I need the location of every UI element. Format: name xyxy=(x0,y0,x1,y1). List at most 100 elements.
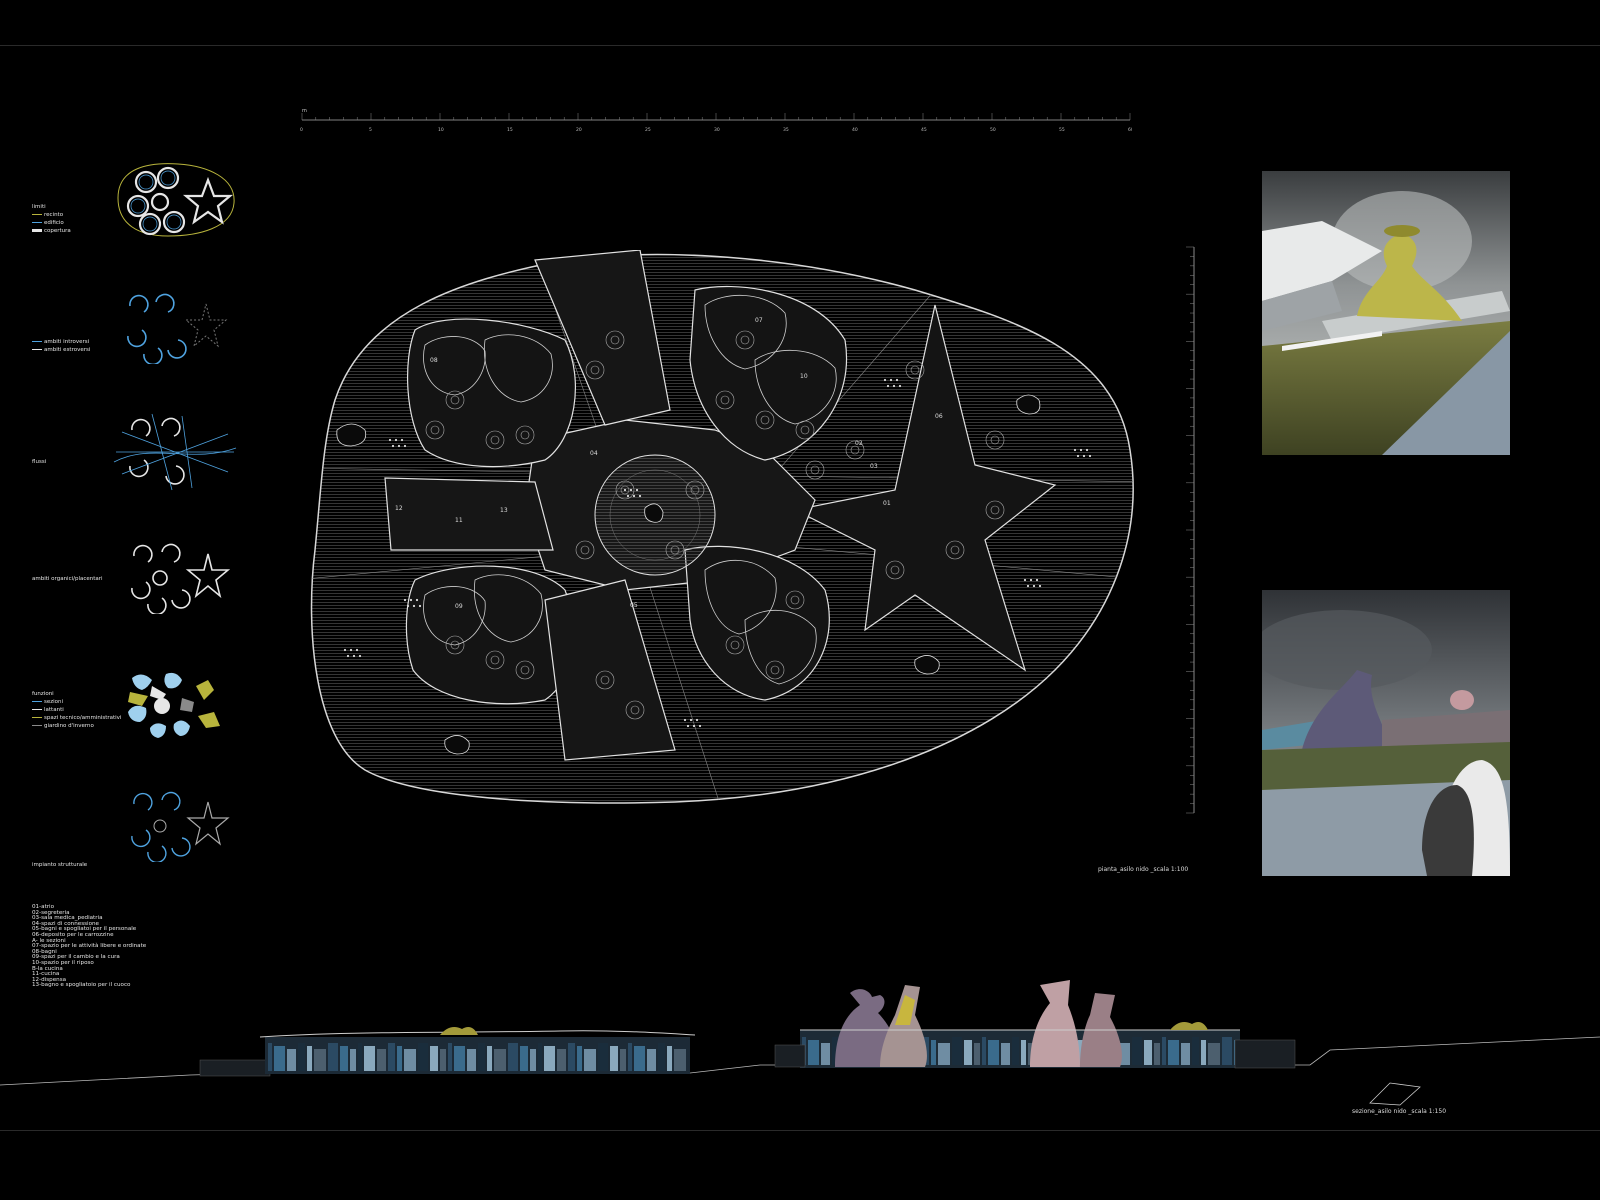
dot-mark xyxy=(629,488,633,492)
dot-mark xyxy=(1076,454,1080,458)
section-window xyxy=(982,1037,986,1065)
diagram-limiti-labels: limiti recinto edificio copertura xyxy=(32,203,71,235)
section-window xyxy=(418,1043,428,1071)
dot-mark xyxy=(412,604,416,608)
render-image-1 xyxy=(1262,171,1510,455)
room-number: 03 xyxy=(870,463,878,470)
plan-caption: pianta_asilo nido _scala 1:100 xyxy=(1098,866,1189,873)
section-window xyxy=(508,1043,518,1071)
dot-mark xyxy=(892,384,896,388)
dot-mark xyxy=(895,378,899,382)
section-window xyxy=(634,1046,645,1071)
section-window xyxy=(667,1046,672,1071)
legend-label: copertura xyxy=(44,228,71,234)
section-window xyxy=(388,1043,395,1071)
legend-row: recinto xyxy=(32,211,71,219)
section-window xyxy=(964,1040,972,1065)
section-window xyxy=(1208,1043,1220,1065)
dot-mark xyxy=(358,654,362,658)
room-number: 09 xyxy=(455,603,463,610)
diagram-strutturale xyxy=(131,791,230,862)
section-caption: sezione_asilo nido _scala 1:150 xyxy=(1352,1108,1447,1115)
section-window xyxy=(377,1049,386,1071)
room-number: 13 xyxy=(500,507,508,514)
dot-mark xyxy=(388,438,392,442)
section-window xyxy=(1168,1040,1179,1065)
legend-label: spazi tecnico/amministrativi xyxy=(44,715,122,721)
room-number: 04 xyxy=(590,450,598,457)
legend-label: sezioni xyxy=(44,699,64,705)
dot-mark xyxy=(683,718,687,722)
scale-tick-label: 0 xyxy=(300,127,303,133)
section-window xyxy=(397,1046,402,1071)
dot-mark xyxy=(406,604,410,608)
section-window xyxy=(821,1043,830,1065)
section-window xyxy=(520,1046,528,1071)
diagram-limiti xyxy=(117,163,235,237)
legend-row: sezioni xyxy=(32,698,121,706)
section-window xyxy=(988,1040,999,1065)
dot-mark xyxy=(1082,454,1086,458)
dot-mark xyxy=(638,494,642,498)
section-window xyxy=(628,1043,632,1071)
diagram-ambiti-labels: ambiti introversi ambiti estroversi xyxy=(32,338,90,354)
scale-tick-label: 20 xyxy=(576,127,582,133)
section-window xyxy=(494,1049,506,1071)
dot-mark xyxy=(397,444,401,448)
section-window xyxy=(808,1040,819,1065)
room-number: 02 xyxy=(855,440,863,447)
dot-mark xyxy=(403,444,407,448)
render-exterior-1 xyxy=(1262,171,1510,455)
dot-mark xyxy=(349,648,353,652)
dot-mark xyxy=(343,648,347,652)
scale-tick-label: 35 xyxy=(783,127,789,133)
floor-plan: 01 02 03 04 05 06 07 08 09 10 11 12 13 xyxy=(310,250,1134,804)
diagram-flussi xyxy=(113,413,237,491)
diagram-ambiti xyxy=(127,293,228,364)
scale-tick-label: 10 xyxy=(438,127,444,133)
dot-mark xyxy=(1032,584,1036,588)
scale-tick-label: 15 xyxy=(507,127,513,133)
dot-mark xyxy=(1035,578,1039,582)
legend-row: copertura xyxy=(32,227,71,235)
section-window xyxy=(1021,1040,1026,1065)
room-number: 06 xyxy=(935,413,943,420)
section-window xyxy=(1001,1043,1010,1065)
diagram-limiti-title: limiti xyxy=(32,204,46,210)
legend-row: giardino d'inverno xyxy=(32,722,121,730)
diagram-flussi-title: flussi xyxy=(32,459,47,465)
dot-mark xyxy=(1079,448,1083,452)
dot-mark xyxy=(355,648,359,652)
dot-mark xyxy=(352,654,356,658)
building-section xyxy=(0,980,1600,1106)
section-window xyxy=(478,1043,485,1071)
section-window xyxy=(487,1046,492,1071)
diagram-organici xyxy=(131,543,230,614)
vertical-scale-bar xyxy=(1186,246,1195,814)
diagram-organici-title: ambiti organici/placentari xyxy=(32,576,103,582)
section-window xyxy=(274,1046,285,1071)
room-number: 11 xyxy=(455,517,463,524)
dot-mark xyxy=(346,654,350,658)
section-window xyxy=(1144,1040,1152,1065)
dot-mark xyxy=(394,438,398,442)
section-window xyxy=(610,1046,618,1071)
top-frame-line xyxy=(0,45,1600,46)
diagram-funzioni-title: funzioni xyxy=(32,691,54,697)
bottom-frame-line xyxy=(0,1130,1600,1131)
section-window xyxy=(647,1049,656,1071)
section-window xyxy=(298,1043,305,1071)
dot-mark xyxy=(409,598,413,602)
dot-mark xyxy=(391,444,395,448)
legend-label: giardino d'inverno xyxy=(44,723,94,729)
scale-tick-label: 55 xyxy=(1059,127,1065,133)
section-window xyxy=(931,1040,936,1065)
room-number: 01 xyxy=(883,500,891,507)
dot-mark xyxy=(1029,578,1033,582)
section-window xyxy=(1162,1037,1166,1065)
dot-mark xyxy=(686,724,690,728)
legend-row: lattanti xyxy=(32,706,121,714)
section-window xyxy=(674,1049,686,1071)
legend-label: edificio xyxy=(44,220,64,226)
dot-mark xyxy=(698,724,702,728)
